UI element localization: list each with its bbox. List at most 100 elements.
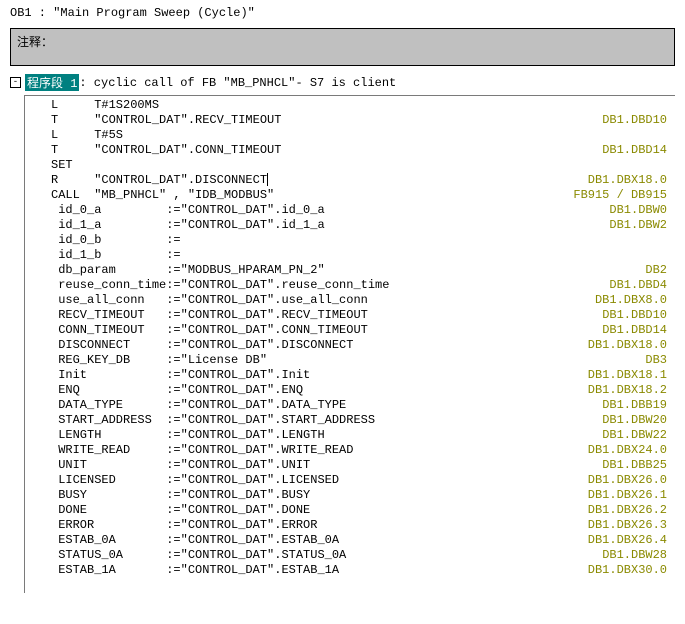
code-instruction: id_0_b := [25, 233, 181, 248]
code-address: DB1.DBD14 [602, 323, 675, 338]
code-instruction: L T#5S [25, 128, 123, 143]
code-line[interactable]: ERROR :="CONTROL_DAT".ERROR DB1.DBX26.3 [25, 518, 675, 533]
code-address: DB1.DBX18.0 [588, 173, 675, 188]
comment-label: 注释： [17, 36, 53, 50]
code-address: DB1.DBX30.0 [588, 563, 675, 578]
code-address: DB1.DBX26.4 [588, 533, 675, 548]
code-address: DB1.DBX18.0 [588, 338, 675, 353]
code-instruction: RECV_TIMEOUT :="CONTROL_DAT".RECV_TIMEOU… [25, 308, 368, 323]
code-line[interactable]: reuse_conn_time:="CONTROL_DAT".reuse_con… [25, 278, 675, 293]
network-header: - 程序段 1 : cyclic call of FB "MB_PNHCL"- … [10, 74, 675, 91]
code-line[interactable]: id_1_b := [25, 248, 675, 263]
code-instruction: use_all_conn :="CONTROL_DAT".use_all_con… [25, 293, 368, 308]
code-line[interactable]: L T#1S200MS [25, 98, 675, 113]
code-address: DB1.DBB25 [602, 458, 675, 473]
code-instruction: CALL "MB_PNHCL" , "IDB_MODBUS" [25, 188, 274, 203]
code-line[interactable]: T "CONTROL_DAT".RECV_TIMEOUT DB1.DBD10 [25, 113, 675, 128]
code-instruction: START_ADDRESS :="CONTROL_DAT".START_ADDR… [25, 413, 375, 428]
code-line[interactable]: id_0_b := [25, 233, 675, 248]
code-instruction: BUSY :="CONTROL_DAT".BUSY [25, 488, 310, 503]
code-address: FB915 / DB915 [573, 188, 675, 203]
code-address: DB1.DBX18.2 [588, 383, 675, 398]
code-line[interactable]: BUSY :="CONTROL_DAT".BUSY DB1.DBX26.1 [25, 488, 675, 503]
code-instruction: ESTAB_1A :="CONTROL_DAT".ESTAB_1A [25, 563, 339, 578]
code-line[interactable]: R "CONTROL_DAT".DISCONNECT DB1.DBX18.0 [25, 173, 675, 188]
code-address: DB1.DBW22 [602, 428, 675, 443]
code-line[interactable]: UNIT :="CONTROL_DAT".UNIT DB1.DBB25 [25, 458, 675, 473]
code-line[interactable]: db_param :="MODBUS_HPARAM_PN_2"DB2 [25, 263, 675, 278]
code-line[interactable]: ESTAB_0A :="CONTROL_DAT".ESTAB_0A DB1.DBX… [25, 533, 675, 548]
code-line[interactable]: REG_KEY_DB :="License DB" DB3 [25, 353, 675, 368]
code-instruction: LICENSED :="CONTROL_DAT".LICENSED [25, 473, 339, 488]
code-instruction: db_param :="MODBUS_HPARAM_PN_2" [25, 263, 325, 278]
code-instruction: STATUS_0A :="CONTROL_DAT".STATUS_0A [25, 548, 346, 563]
editor-container: OB1 : "Main Program Sweep (Cycle)" 注释： -… [0, 0, 685, 624]
code-area-wrapper: L T#1S200MST "CONTROL_DAT".RECV_TIMEOUT D… [24, 95, 675, 593]
code-address: DB1.DBW0 [609, 203, 675, 218]
text-cursor [267, 173, 268, 186]
code-line[interactable]: START_ADDRESS :="CONTROL_DAT".START_ADDR… [25, 413, 675, 428]
code-instruction: T "CONTROL_DAT".RECV_TIMEOUT [25, 113, 281, 128]
code-instruction: R "CONTROL_DAT".DISCONNECT [25, 173, 268, 188]
code-address: DB1.DBX26.0 [588, 473, 675, 488]
code-address: DB1.DBW28 [602, 548, 675, 563]
code-line[interactable]: CALL "MB_PNHCL" , "IDB_MODBUS" FB915 / DB… [25, 188, 675, 203]
code-instruction: id_0_a :="CONTROL_DAT".id_0_a [25, 203, 325, 218]
code-instruction: Init :="CONTROL_DAT".Init [25, 368, 310, 383]
code-line[interactable]: LICENSED :="CONTROL_DAT".LICENSED DB1.DBX… [25, 473, 675, 488]
code-instruction: id_1_b := [25, 248, 181, 263]
code-line[interactable]: WRITE_READ :="CONTROL_DAT".WRITE_READ DB1… [25, 443, 675, 458]
code-line[interactable]: id_0_a :="CONTROL_DAT".id_0_a DB1.DBW0 [25, 203, 675, 218]
code-instruction: SET [25, 158, 94, 173]
code-instruction: UNIT :="CONTROL_DAT".UNIT [25, 458, 310, 473]
code-instruction: id_1_a :="CONTROL_DAT".id_1_a [25, 218, 325, 233]
code-line[interactable]: LENGTH :="CONTROL_DAT".LENGTH DB1.DBW22 [25, 428, 675, 443]
code-instruction: L T#1S200MS [25, 98, 159, 113]
code-instruction: WRITE_READ :="CONTROL_DAT".WRITE_READ [25, 443, 353, 458]
code-line[interactable]: DISCONNECT :="CONTROL_DAT".DISCONNECT DB1… [25, 338, 675, 353]
code-area[interactable]: L T#1S200MST "CONTROL_DAT".RECV_TIMEOUT D… [25, 96, 675, 580]
code-address: DB1.DBX26.1 [588, 488, 675, 503]
code-address: DB1.DBW20 [602, 413, 675, 428]
code-address: DB1.DBB19 [602, 398, 675, 413]
code-instruction: ENQ :="CONTROL_DAT".ENQ [25, 383, 303, 398]
comment-box[interactable]: 注释： [10, 28, 675, 66]
ob-title: OB1 : "Main Program Sweep (Cycle)" [10, 6, 675, 20]
code-address: DB1.DBD4 [609, 278, 675, 293]
code-line[interactable]: DATA_TYPE :="CONTROL_DAT".DATA_TYPE DB1.D… [25, 398, 675, 413]
code-line[interactable]: STATUS_0A :="CONTROL_DAT".STATUS_0A DB1.D… [25, 548, 675, 563]
code-address: DB1.DBW2 [609, 218, 675, 233]
code-line[interactable]: RECV_TIMEOUT :="CONTROL_DAT".RECV_TIMEOU… [25, 308, 675, 323]
code-instruction: DATA_TYPE :="CONTROL_DAT".DATA_TYPE [25, 398, 346, 413]
code-instruction: DONE :="CONTROL_DAT".DONE [25, 503, 310, 518]
network-label[interactable]: 程序段 1 [25, 74, 79, 91]
code-line[interactable]: id_1_a :="CONTROL_DAT".id_1_a DB1.DBW2 [25, 218, 675, 233]
code-instruction: REG_KEY_DB :="License DB" [25, 353, 267, 368]
code-line[interactable]: Init :="CONTROL_DAT".Init DB1.DBX18.1 [25, 368, 675, 383]
code-address: DB1.DBX26.3 [588, 518, 675, 533]
code-address: DB1.DBD10 [602, 113, 675, 128]
code-line[interactable]: DONE :="CONTROL_DAT".DONE DB1.DBX26.2 [25, 503, 675, 518]
code-instruction: LENGTH :="CONTROL_DAT".LENGTH [25, 428, 325, 443]
code-instruction: T "CONTROL_DAT".CONN_TIMEOUT [25, 143, 281, 158]
network-toggle[interactable]: - [10, 77, 21, 88]
code-line[interactable]: use_all_conn :="CONTROL_DAT".use_all_con… [25, 293, 675, 308]
code-address: DB3 [645, 353, 675, 368]
code-instruction: reuse_conn_time:="CONTROL_DAT".reuse_con… [25, 278, 389, 293]
code-line[interactable]: L T#5S [25, 128, 675, 143]
code-line[interactable]: ESTAB_1A :="CONTROL_DAT".ESTAB_1A DB1.DBX… [25, 563, 675, 578]
code-line[interactable]: CONN_TIMEOUT :="CONTROL_DAT".CONN_TIMEOU… [25, 323, 675, 338]
code-line[interactable]: T "CONTROL_DAT".CONN_TIMEOUT DB1.DBD14 [25, 143, 675, 158]
code-instruction: ERROR :="CONTROL_DAT".ERROR [25, 518, 317, 533]
code-address: DB1.DBX24.0 [588, 443, 675, 458]
code-line[interactable]: ENQ :="CONTROL_DAT".ENQ DB1.DBX18.2 [25, 383, 675, 398]
network-description: : cyclic call of FB "MB_PNHCL"- S7 is cl… [79, 76, 396, 90]
code-instruction: DISCONNECT :="CONTROL_DAT".DISCONNECT [25, 338, 353, 353]
code-instruction: ESTAB_0A :="CONTROL_DAT".ESTAB_0A [25, 533, 339, 548]
code-line[interactable]: SET [25, 158, 675, 173]
code-address: DB1.DBD10 [602, 308, 675, 323]
code-address: DB1.DBD14 [602, 143, 675, 158]
code-instruction: CONN_TIMEOUT :="CONTROL_DAT".CONN_TIMEOU… [25, 323, 368, 338]
code-address: DB1.DBX26.2 [588, 503, 675, 518]
code-address: DB1.DBX18.1 [588, 368, 675, 383]
